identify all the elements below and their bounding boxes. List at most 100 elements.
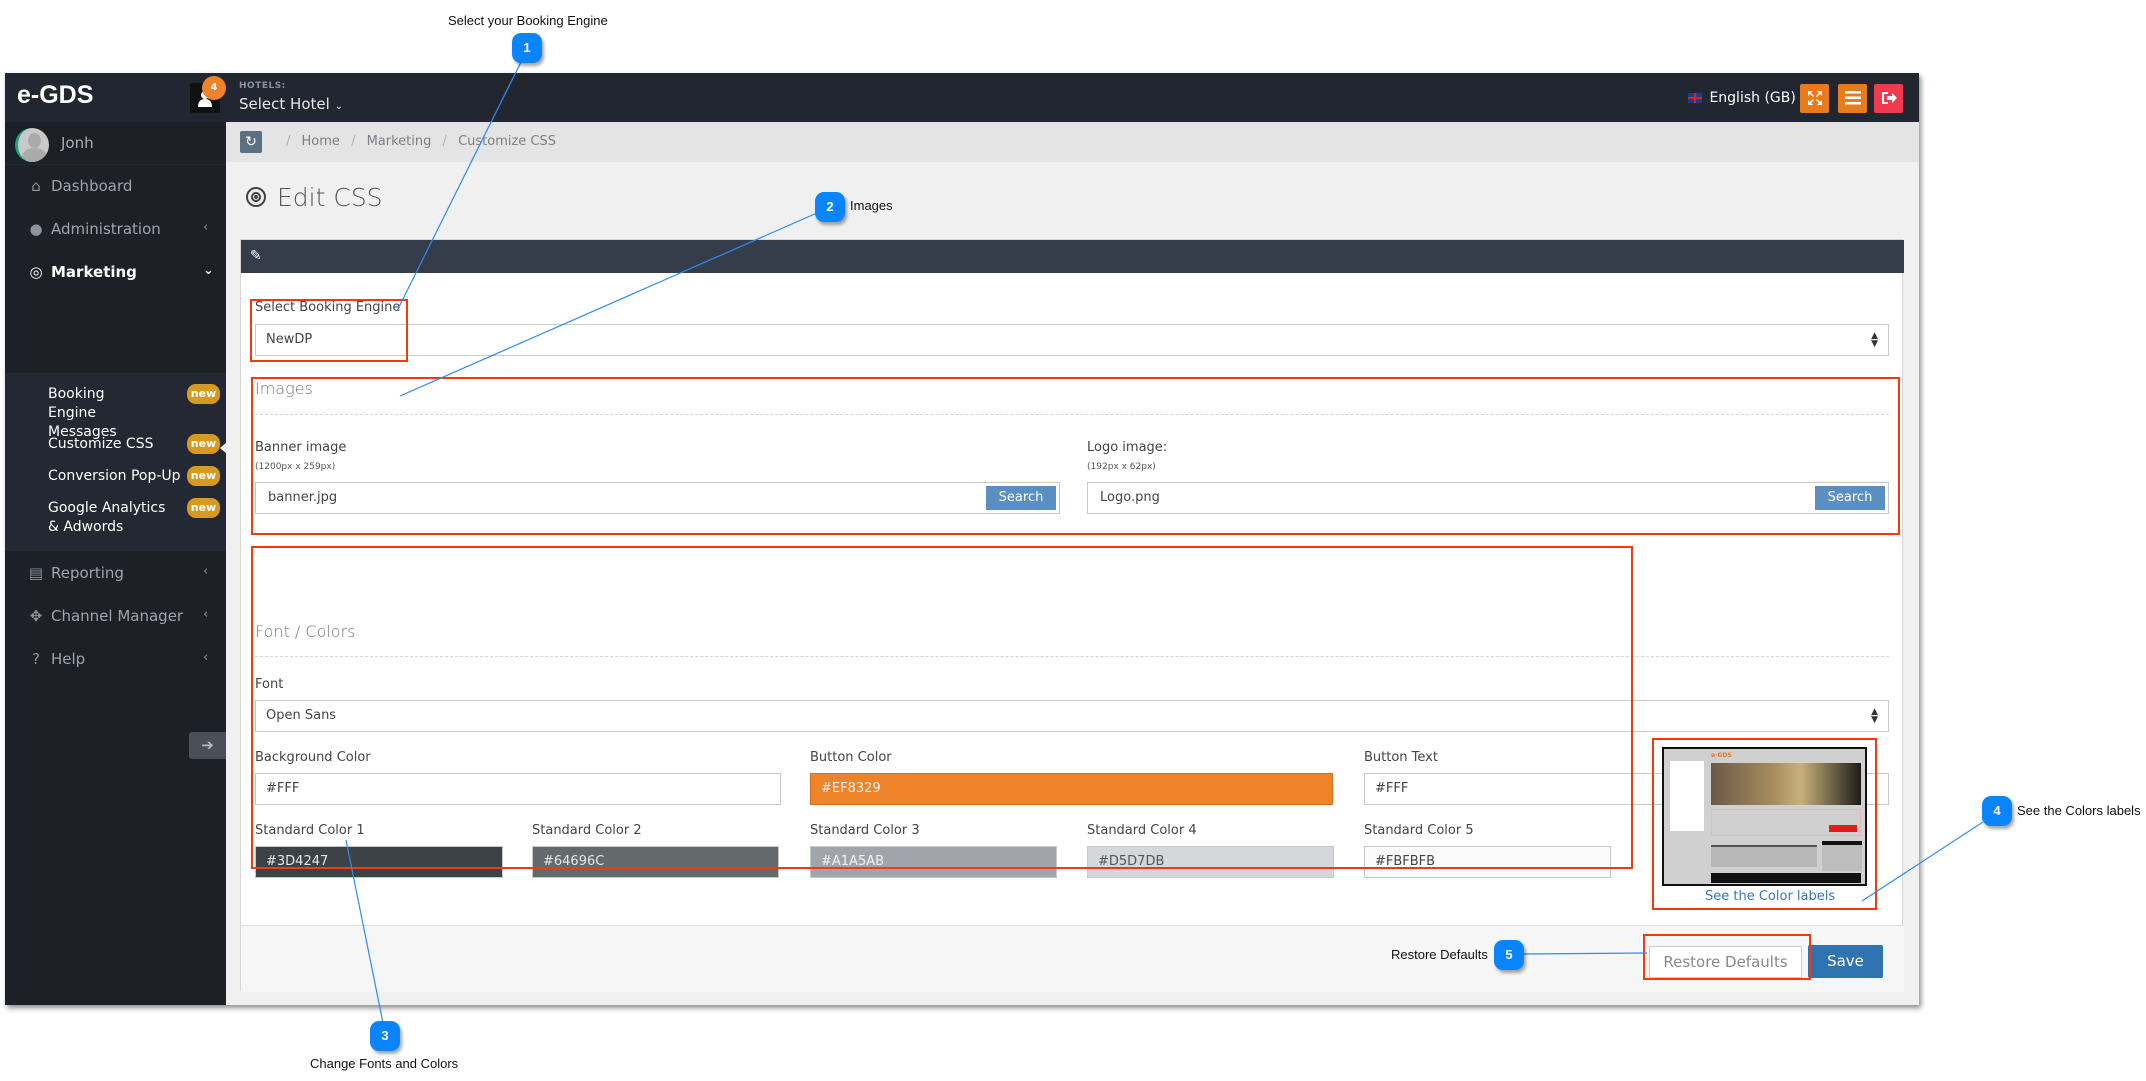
chevron-down-icon: ⌄ (334, 101, 343, 112)
font-label: Font (255, 677, 284, 692)
page-title-text: Edit CSS (277, 183, 383, 212)
button-text-value: #FFF (1375, 781, 1409, 796)
banner-image-hint: (1200px x 259px) (255, 462, 336, 472)
sidebar-item-channel-manager[interactable]: ✥ Channel Manager ‹ (5, 595, 226, 638)
standard-color-4-label: Standard Color 4 (1087, 823, 1197, 838)
see-color-labels-link[interactable]: See the Color labels (1705, 889, 1835, 904)
standard-color-2-label: Standard Color 2 (532, 823, 642, 838)
refresh-button[interactable]: ↻ (240, 131, 262, 153)
hamburger-icon (1844, 91, 1861, 105)
username: Jonh (61, 134, 94, 152)
chevron-left-icon: ‹ (203, 220, 209, 235)
preview-hero-image (1711, 763, 1861, 805)
sidebar-item-label: Administration (51, 220, 161, 238)
user-icon: ● (29, 220, 43, 238)
breadcrumb-home[interactable]: Home (302, 134, 340, 149)
callout-4-badge: 4 (1982, 796, 2012, 826)
user-profile[interactable]: Jonh (5, 122, 226, 165)
standard-color-5-label: Standard Color 5 (1364, 823, 1474, 838)
preview-box (1822, 841, 1862, 871)
sidebar-item-reporting[interactable]: ▤ Reporting ‹ (5, 552, 226, 595)
language-dropdown[interactable]: English (GB) ⌄ (1688, 90, 1809, 106)
standard-color-5-input[interactable]: #FBFBFB (1364, 846, 1611, 878)
chevron-left-icon: ‹ (203, 607, 209, 622)
preview-sidebar (1670, 761, 1704, 831)
breadcrumb-current: Customize CSS (458, 134, 557, 149)
callout-2-text: Images (850, 198, 893, 213)
banner-image-label: Banner image (255, 440, 347, 455)
booking-engine-label: Select Booking Engine (255, 300, 401, 315)
standard-color-4-input[interactable]: #D5D7DB (1087, 846, 1334, 878)
breadcrumb-marketing[interactable]: Marketing (367, 134, 432, 149)
active-item-caret (220, 442, 227, 454)
select-arrows-icon: ▲ ▼ (1871, 707, 1878, 725)
submenu-item-label: Customize CSS (48, 436, 154, 452)
button-color-value: #EF8329 (821, 781, 881, 796)
standard-color-1-input[interactable]: #3D4247 (255, 846, 503, 878)
standard-color-1-label: Standard Color 1 (255, 823, 365, 838)
page-title: Edit CSS (246, 183, 383, 212)
submenu-item-label: Conversion Pop-Up (48, 468, 181, 484)
logo-image-input[interactable]: Logo.png Search (1087, 482, 1889, 514)
standard-color-3-label: Standard Color 3 (810, 823, 920, 838)
sidebar-item-dashboard[interactable]: ⌂ Dashboard (5, 165, 226, 208)
button-color-label: Button Color (810, 750, 892, 765)
target-icon: ◎ (29, 263, 43, 281)
callout-2-badge: 2 (815, 192, 845, 222)
chevron-left-icon: ‹ (203, 650, 209, 665)
button-text-label: Button Text (1364, 750, 1438, 765)
marketing-submenu: Booking Engine Messages new Customize CS… (5, 373, 227, 551)
banner-image-input[interactable]: banner.jpg Search (255, 482, 1060, 514)
home-icon: ⌂ (31, 177, 41, 195)
hotels-label: HOTELS: (239, 81, 286, 91)
booking-engine-select[interactable]: NewDP ▲ ▼ (255, 324, 1889, 356)
chevron-left-icon: ‹ (203, 564, 209, 579)
fullscreen-button[interactable] (1800, 84, 1829, 113)
new-badge: new (187, 498, 220, 518)
menu-button[interactable] (1838, 84, 1867, 113)
banner-search-button[interactable]: Search (986, 486, 1056, 510)
sidebar-item-label: Dashboard (51, 177, 133, 195)
preview-card (1711, 845, 1817, 867)
sidebar-item-help[interactable]: ? Help ‹ (5, 638, 226, 681)
breadcrumb: / Home / Marketing / Customize CSS (279, 134, 556, 149)
fullscreen-icon (1807, 91, 1822, 105)
submenu-item-label: Google Analytics & Adwords (48, 500, 166, 535)
callout-1-badge: 1 (512, 33, 542, 63)
panel-header: ✎ (241, 240, 1904, 273)
submenu-item-customize-css[interactable]: Customize CSS new (48, 434, 226, 454)
language-label: English (GB) (1709, 90, 1796, 106)
save-button[interactable]: Save (1808, 945, 1883, 978)
logo-search-button[interactable]: Search (1815, 486, 1885, 510)
images-section-title: Images (255, 379, 313, 398)
uk-flag-icon (1688, 93, 1702, 103)
font-value: Open Sans (266, 708, 337, 723)
hotel-select-dropdown[interactable]: Select Hotel ⌄ (239, 95, 343, 113)
submenu-item-conversion-popup[interactable]: Conversion Pop-Up new (48, 466, 226, 486)
color-labels-preview-image[interactable]: e-GDS (1662, 747, 1867, 886)
edit-css-panel: ✎ Select Booking Engine NewDP ▲ ▼ Images … (240, 239, 1904, 992)
divider (255, 656, 1889, 657)
standard-color-2-input[interactable]: #64696C (532, 846, 779, 878)
standard-color-2-value: #64696C (543, 854, 605, 869)
font-select[interactable]: Open Sans ▲ ▼ (255, 700, 1889, 732)
sidebar-item-administration[interactable]: ● Administration ‹ (5, 208, 226, 251)
background-color-input[interactable]: #FFF (255, 773, 781, 805)
logout-button[interactable] (1874, 84, 1903, 113)
callout-5-text: Restore Defaults (1391, 947, 1488, 962)
restore-defaults-button[interactable]: Restore Defaults (1649, 946, 1802, 978)
divider (255, 414, 1889, 415)
standard-color-3-input[interactable]: #A1A5AB (810, 846, 1057, 878)
sidebar-item-marketing[interactable]: ◎ Marketing ⌄ (5, 251, 226, 294)
collapse-sidebar-button[interactable]: ➔ (189, 732, 226, 759)
banner-image-value: banner.jpg (268, 490, 338, 505)
avatar (15, 128, 49, 162)
logo-image-value: Logo.png (1100, 490, 1160, 505)
breadcrumb-separator: / (442, 134, 447, 149)
standard-color-5-value: #FBFBFB (1375, 854, 1436, 869)
submenu-item-google-analytics[interactable]: Google Analytics & Adwords new (48, 498, 226, 537)
button-color-input[interactable]: #EF8329 (810, 773, 1333, 805)
callout-5-badge: 5 (1494, 940, 1524, 970)
sidebar-item-label: Help (51, 650, 86, 668)
top-navbar: e-GDS 4 HOTELS: Select Hotel ⌄ English (… (5, 73, 1919, 122)
